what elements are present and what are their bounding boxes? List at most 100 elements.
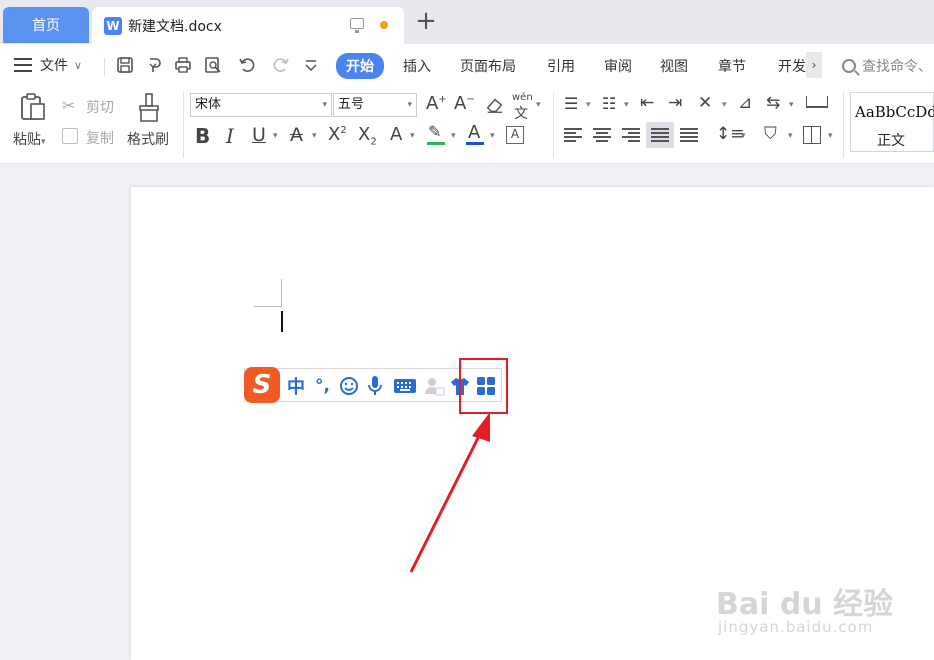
- pinyin-label: wén: [512, 92, 533, 103]
- pinyin-glyph-icon: 文: [514, 106, 528, 122]
- customize-quick-access-icon[interactable]: [300, 54, 322, 76]
- tab-start[interactable]: 开始: [336, 53, 384, 79]
- keyboard-icon[interactable]: [393, 373, 417, 399]
- font-name-value: 宋体: [195, 97, 222, 112]
- annotation-arrow: [409, 412, 490, 573]
- character-border-icon[interactable]: A: [506, 126, 524, 144]
- copy-icon[interactable]: [62, 128, 78, 144]
- underline-icon[interactable]: U: [252, 124, 266, 146]
- align-left-icon[interactable]: [564, 128, 582, 142]
- search-icon: [842, 59, 856, 73]
- chevron-down-icon[interactable]: ▾: [722, 100, 727, 110]
- format-painter-button[interactable]: 格式刷: [127, 129, 169, 149]
- chevron-down-icon[interactable]: ▾: [624, 100, 629, 110]
- monitor-icon[interactable]: [350, 18, 364, 33]
- increase-indent-icon[interactable]: ⇥: [668, 93, 682, 113]
- document-tab[interactable]: W 新建文档.docx: [92, 7, 404, 44]
- superscript-icon[interactable]: X2: [328, 124, 347, 145]
- margin-corner-mark: [281, 279, 282, 307]
- align-right-icon[interactable]: [622, 128, 640, 142]
- emoji-icon[interactable]: [339, 373, 359, 399]
- document-tab-title: 新建文档.docx: [128, 18, 222, 35]
- text-effect-icon[interactable]: A: [390, 124, 402, 145]
- shrink-font-icon[interactable]: A−: [454, 93, 475, 114]
- chevron-down-icon[interactable]: ▾: [451, 131, 456, 141]
- distributed-align-icon[interactable]: [680, 128, 698, 142]
- chevron-down-icon[interactable]: ▾: [536, 100, 541, 110]
- ime-chinese-mode-button[interactable]: 中: [287, 373, 305, 399]
- tab-page-layout[interactable]: 页面布局: [460, 56, 516, 76]
- style-normal-swatch[interactable]: AaBbCcDd 正文: [850, 92, 934, 152]
- show-marks-icon[interactable]: ⇆: [766, 93, 780, 113]
- tab-references[interactable]: 引用: [547, 56, 575, 76]
- italic-icon[interactable]: I: [226, 124, 234, 148]
- more-tabs-chevron-right-icon[interactable]: ›: [806, 52, 822, 78]
- export-icon[interactable]: [144, 54, 166, 76]
- ruler-icon[interactable]: [806, 96, 828, 108]
- undo-icon[interactable]: [232, 54, 262, 76]
- chevron-down-icon[interactable]: ▾: [410, 131, 415, 141]
- home-tab[interactable]: 首页: [3, 7, 89, 43]
- new-tab-plus-icon[interactable]: +: [414, 8, 438, 34]
- copy-button[interactable]: 复制: [86, 128, 114, 148]
- font-size-value: 五号: [338, 97, 365, 112]
- justify-button[interactable]: [646, 122, 674, 148]
- microphone-icon[interactable]: [367, 373, 383, 399]
- chevron-down-icon[interactable]: ▾: [490, 131, 495, 141]
- paste-clipboard-icon[interactable]: [18, 92, 48, 122]
- file-menu-label: 文件: [40, 58, 68, 74]
- decrease-indent-icon[interactable]: ⇤: [640, 93, 654, 113]
- tab-insert[interactable]: 插入: [403, 56, 431, 76]
- watermark-main-text: Bai du 经验: [716, 587, 894, 622]
- style-name-label: 正文: [877, 133, 905, 149]
- sogou-logo-icon[interactable]: S: [244, 367, 280, 403]
- ribbon-start: 粘贴▾ ✂ 剪切 复制 格式刷 宋体 ▾ 五号 ▾ A+ A− wén 文 ▾ B …: [0, 86, 934, 164]
- align-center-icon[interactable]: [593, 128, 611, 142]
- save-icon[interactable]: [114, 54, 136, 76]
- highlight-pen-icon[interactable]: ✎: [428, 122, 441, 141]
- chevron-down-icon[interactable]: ▾: [789, 100, 794, 110]
- shading-bucket-icon[interactable]: ⛉: [764, 124, 777, 144]
- divider: [553, 92, 554, 158]
- ime-punctuation-button[interactable]: °,: [315, 373, 330, 399]
- divider: [843, 92, 844, 158]
- print-preview-icon[interactable]: [202, 54, 224, 76]
- sort-icon[interactable]: ⊿: [738, 93, 752, 113]
- command-search[interactable]: 查找命令、: [842, 56, 932, 76]
- font-size-select[interactable]: 五号 ▾: [333, 93, 417, 117]
- grow-font-icon[interactable]: A+: [426, 93, 447, 114]
- tab-review[interactable]: 审阅: [604, 56, 632, 76]
- chevron-down-icon[interactable]: ▾: [741, 131, 746, 141]
- tab-view[interactable]: 视图: [660, 56, 688, 76]
- chevron-down-icon[interactable]: ▾: [586, 100, 591, 110]
- user-icon[interactable]: [423, 373, 445, 399]
- borders-icon[interactable]: [803, 126, 821, 144]
- chinese-layout-icon[interactable]: ✕: [698, 93, 712, 113]
- font-color-icon[interactable]: A: [468, 122, 480, 143]
- pinyin-guide-button[interactable]: wén: [512, 92, 533, 103]
- chevron-down-icon[interactable]: ▾: [788, 131, 793, 141]
- bullet-list-icon[interactable]: ☰: [564, 94, 578, 113]
- font-name-select[interactable]: 宋体 ▾: [190, 93, 332, 117]
- format-painter-brush-icon[interactable]: [136, 92, 162, 124]
- bold-icon[interactable]: B: [195, 124, 210, 148]
- chevron-down-icon[interactable]: ▾: [312, 131, 317, 141]
- chevron-down-icon: ∨: [74, 58, 83, 72]
- menu-bar: 文件 ∨ 开始 插入 页面布局 引用 审阅 视图 章节 开发 › 查找命令、: [0, 44, 934, 86]
- paste-button[interactable]: 粘贴▾: [13, 129, 46, 149]
- subscript-icon[interactable]: X2: [358, 124, 377, 148]
- chevron-down-icon[interactable]: ▾: [828, 131, 833, 141]
- unsaved-indicator-icon: [380, 21, 388, 29]
- print-icon[interactable]: [172, 54, 194, 76]
- redo-icon[interactable]: [270, 54, 292, 76]
- style-sample-text: AaBbCcDd: [855, 103, 934, 121]
- file-menu-button[interactable]: 文件 ∨: [14, 55, 82, 75]
- clear-format-eraser-icon[interactable]: [484, 94, 506, 116]
- tab-chapter[interactable]: 章节: [718, 56, 746, 76]
- tab-developer[interactable]: 开发: [778, 56, 806, 76]
- strikethrough-icon[interactable]: A: [290, 124, 303, 146]
- scissors-icon[interactable]: ✂: [62, 96, 75, 115]
- cut-button[interactable]: 剪切: [86, 97, 114, 117]
- chevron-down-icon[interactable]: ▾: [273, 131, 278, 141]
- numbered-list-icon[interactable]: ☷: [602, 94, 616, 113]
